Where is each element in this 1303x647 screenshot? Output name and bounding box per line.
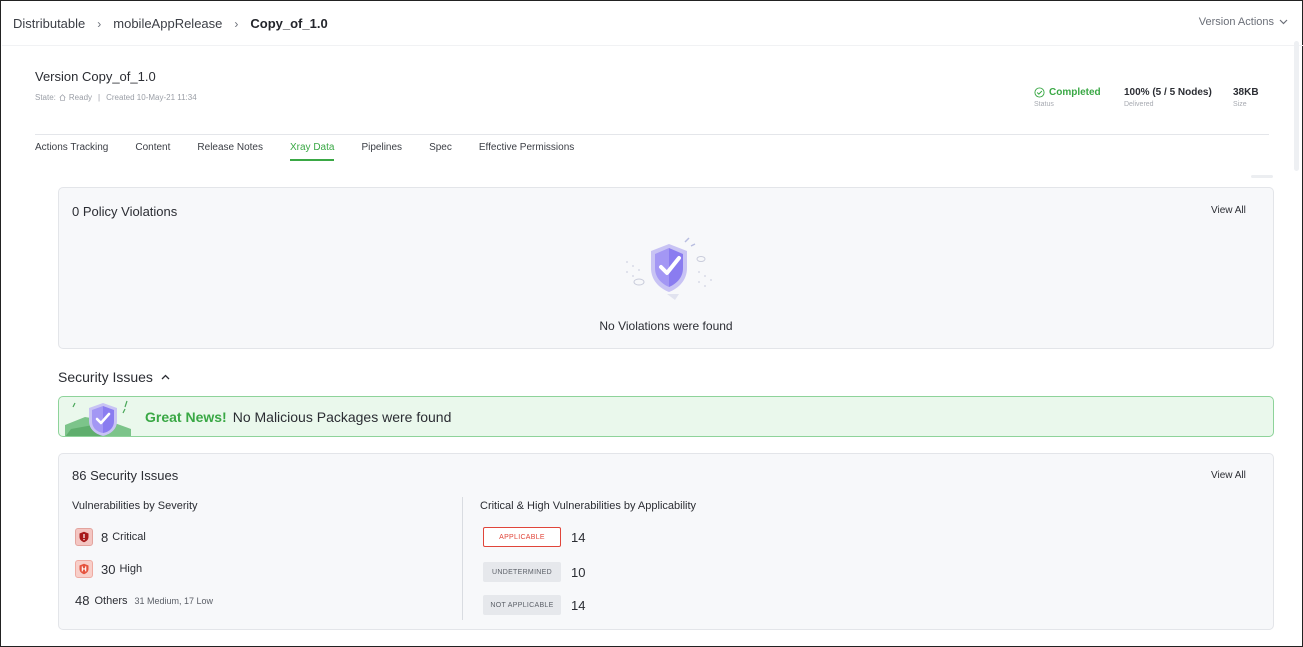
scroll-indicator — [1251, 175, 1273, 178]
applicability-title: Critical & High Vulnerabilities by Appli… — [480, 500, 697, 512]
great-news-headline: Great News! — [145, 409, 227, 425]
tab-release-notes[interactable]: Release Notes — [197, 142, 263, 161]
great-news-text: Great News! No Malicious Packages were fo… — [145, 409, 451, 425]
meta-separator: | — [98, 93, 101, 102]
policy-violations-title: 0 Policy Violations — [72, 204, 178, 219]
chevron-right-icon: › — [234, 16, 239, 31]
undetermined-badge: UNDETERMINED — [483, 562, 561, 582]
high-label: High — [119, 563, 143, 575]
breadcrumb-item-distributable[interactable]: Distributable — [13, 16, 85, 31]
severity-title: Vulnerabilities by Severity — [72, 500, 198, 512]
page-title: Version Copy_of_1.0 — [35, 69, 156, 84]
shield-check-illustration-icon — [626, 237, 712, 300]
tab-bar: Actions Tracking Content Release Notes X… — [35, 142, 601, 161]
severity-others-row[interactable]: 48 Others 31 Medium, 17 Low — [75, 593, 213, 608]
high-shield-icon — [75, 560, 93, 578]
security-issues-card: 86 Security Issues View All Vulnerabilit… — [58, 453, 1274, 630]
high-count: 30 — [101, 561, 116, 577]
tab-pipelines[interactable]: Pipelines — [361, 142, 402, 161]
security-issues-title: 86 Security Issues — [72, 468, 179, 483]
delivered-label: Delivered — [1124, 101, 1154, 108]
applicability-row-applicable[interactable]: APPLICABLE 14 — [483, 527, 585, 547]
severity-critical-row[interactable]: 8 Critical — [75, 528, 146, 546]
tab-effective-permissions[interactable]: Effective Permissions — [479, 142, 574, 161]
app-window: Distributable › mobileAppRelease › Copy_… — [0, 0, 1303, 647]
home-icon — [59, 94, 66, 101]
state-value: Ready — [68, 93, 93, 102]
check-circle-icon — [1034, 87, 1045, 98]
chevron-right-icon: › — [97, 16, 102, 31]
status-stat: Completed Status — [1034, 87, 1101, 108]
shield-check-icon — [65, 400, 131, 436]
great-news-message: No Malicious Packages were found — [232, 409, 452, 425]
breadcrumb-item-version: Copy_of_1.0 — [250, 16, 328, 31]
security-issues-heading: Security Issues — [58, 369, 153, 385]
undetermined-count: 10 — [571, 564, 586, 580]
security-issues-view-all[interactable]: View All — [1211, 470, 1246, 481]
state-label: State: — [35, 93, 56, 102]
status-value: Completed — [1049, 87, 1101, 98]
tab-xray-data[interactable]: Xray Data — [290, 142, 335, 161]
security-issues-toggle[interactable]: Security Issues — [58, 369, 170, 385]
breadcrumb-item-release[interactable]: mobileAppRelease — [113, 16, 222, 31]
version-actions-dropdown[interactable]: Version Actions — [1199, 16, 1288, 28]
breadcrumb: Distributable › mobileAppRelease › Copy_… — [2, 2, 1303, 46]
version-meta: State: Ready | Created 10-May-21 11:34 — [35, 93, 197, 102]
great-news-banner: Great News! No Malicious Packages were fo… — [58, 396, 1274, 437]
tab-actions-tracking[interactable]: Actions Tracking — [35, 142, 108, 161]
severity-high-row[interactable]: 30 High — [75, 560, 142, 578]
applicable-badge: APPLICABLE — [483, 527, 561, 547]
not-applicable-count: 14 — [571, 597, 586, 613]
others-count: 48 — [75, 593, 90, 608]
scrollbar[interactable] — [1294, 41, 1299, 171]
no-violations-message: No Violations were found — [599, 319, 733, 333]
applicability-row-not-applicable[interactable]: NOT APPLICABLE 14 — [483, 595, 585, 615]
tab-spec[interactable]: Spec — [429, 142, 452, 161]
critical-count: 8 — [101, 529, 109, 545]
delivered-value: 100% (5 / 5 Nodes) — [1124, 87, 1212, 98]
critical-shield-icon — [75, 528, 93, 546]
others-label: Others — [94, 594, 128, 607]
version-actions-label: Version Actions — [1198, 16, 1274, 28]
applicable-count: 14 — [571, 529, 586, 545]
chevron-down-icon — [1279, 19, 1288, 25]
size-label: Size — [1233, 101, 1247, 108]
size-value: 38KB — [1233, 87, 1259, 98]
critical-label: Critical — [112, 531, 146, 543]
delivered-stat: 100% (5 / 5 Nodes) Delivered — [1124, 87, 1212, 108]
chevron-up-icon — [161, 374, 170, 380]
header-divider — [35, 134, 1269, 135]
tab-content[interactable]: Content — [135, 142, 170, 161]
section-divider — [462, 497, 463, 620]
status-label: Status — [1034, 101, 1054, 108]
others-detail: 31 Medium, 17 Low — [134, 595, 214, 606]
policy-violations-card: 0 Policy Violations View All No Violatio… — [58, 187, 1274, 349]
applicability-row-undetermined[interactable]: UNDETERMINED 10 — [483, 562, 585, 582]
policy-violations-view-all[interactable]: View All — [1211, 205, 1246, 216]
created-date: Created 10-May-21 11:34 — [106, 93, 197, 102]
size-stat: 38KB Size — [1233, 87, 1259, 108]
not-applicable-badge: NOT APPLICABLE — [483, 595, 561, 615]
